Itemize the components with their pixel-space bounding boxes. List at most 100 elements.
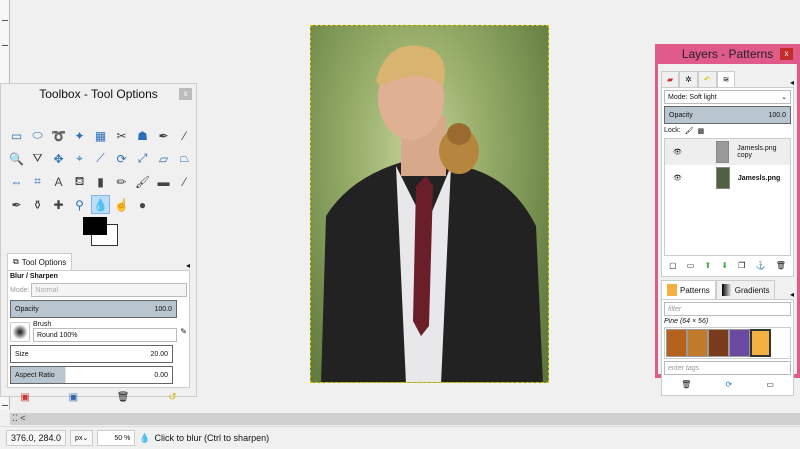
foreground-color[interactable] [83, 217, 107, 235]
tool-rect-select[interactable]: ▭ [7, 126, 26, 145]
aspect-ratio-slider[interactable]: Aspect Ratio 0.00 [10, 366, 173, 384]
lower-layer-icon[interactable]: ⬇ [721, 261, 728, 270]
eraser-icon: ▬ [157, 174, 170, 189]
delete-layer-icon[interactable]: 🗑 [776, 261, 786, 270]
tool-perspective[interactable]: ⏢ [175, 149, 194, 168]
unit-select[interactable]: px ⌄ [70, 430, 94, 446]
delete-pattern-icon[interactable]: 🗑 [681, 380, 691, 389]
zoom-select[interactable]: 50 % [97, 430, 136, 446]
lock-alpha-icon[interactable]: ▩ [698, 127, 705, 135]
opacity-slider[interactable]: Opacity 100.0 [10, 300, 177, 318]
tab-label: Patterns [680, 285, 710, 295]
paintbrush-icon: 🖌 [134, 174, 151, 189]
tool-ink[interactable]: ✒ [7, 195, 26, 214]
pattern-swatch[interactable] [708, 329, 729, 357]
size-slider[interactable]: Size 20.00 [10, 345, 173, 363]
tool-rotate[interactable]: ⟳ [112, 149, 131, 168]
tool-dodge-burn[interactable]: ● [133, 195, 152, 214]
duplicate-layer-icon[interactable]: ❐ [738, 261, 745, 270]
new-layer-icon[interactable]: ▢ [669, 261, 677, 270]
pattern-swatch[interactable] [729, 329, 750, 357]
tool-free-select[interactable]: ➰ [49, 126, 68, 145]
image-canvas[interactable] [310, 25, 549, 383]
tool-measure[interactable]: ⛛ [28, 149, 47, 168]
pattern-swatch[interactable] [666, 329, 687, 357]
save-options-icon[interactable]: ▣ [20, 392, 29, 403]
raise-layer-icon[interactable]: ⬆ [705, 261, 712, 270]
tab-channels[interactable]: ≋ [716, 71, 736, 87]
tab-undo[interactable]: ↶ [697, 71, 717, 87]
tool-text[interactable]: A [49, 172, 68, 191]
tool-airbrush[interactable]: ⁄ [175, 172, 194, 191]
panel-menu-icon[interactable]: ◂ [790, 78, 794, 87]
pattern-filter-input[interactable]: filter [664, 302, 791, 316]
tool-pencil[interactable]: ✏ [112, 172, 131, 191]
anchor-icon[interactable]: ⚓ [756, 261, 766, 270]
tool-scale[interactable]: ⤢ [133, 149, 152, 168]
visibility-eye-icon[interactable]: 👁 [673, 148, 682, 156]
restore-options-icon[interactable]: ▣ [69, 392, 78, 403]
close-button[interactable]: x [179, 88, 192, 100]
tool-crop[interactable]: ⟋ [91, 149, 110, 168]
aspect-label: Aspect Ratio [15, 371, 55, 379]
horizontal-scrollbar[interactable]: ⁚⁚ < [10, 413, 800, 425]
color-swatches[interactable] [1, 214, 196, 250]
tool-bucket-fill[interactable]: ⛾ [70, 172, 89, 191]
pattern-swatch[interactable] [687, 329, 708, 357]
tool-ellipse-select[interactable]: ⬭ [28, 126, 47, 145]
brush-preview[interactable] [10, 321, 30, 342]
panel-menu-icon[interactable]: ◂ [790, 290, 794, 299]
tool-perspective-clone[interactable]: ⚲ [70, 195, 89, 214]
tool-smudge[interactable]: ☝ [112, 195, 131, 214]
tab-gradients[interactable]: Gradients [715, 280, 776, 299]
lock-pixels-icon[interactable]: 🖌 [685, 127, 694, 135]
tool-clone[interactable]: ⚱ [28, 195, 47, 214]
measure-icon: ⛛ [32, 151, 43, 165]
blend-icon: ▮ [97, 174, 104, 189]
lock-label: Lock: [664, 127, 681, 134]
tool-shear[interactable]: ▱ [154, 149, 173, 168]
clone-icon: ⚱ [32, 197, 43, 212]
tool-blend[interactable]: ▮ [91, 172, 110, 191]
delete-icon[interactable]: 🗑 [117, 392, 130, 403]
tab-tool-options[interactable]: ⧉ Tool Options [7, 253, 73, 270]
tool-zoom[interactable]: 🔍 [7, 149, 26, 168]
tool-heal[interactable]: ✚ [49, 195, 68, 214]
tool-fuzzy-select[interactable]: ✦ [70, 126, 89, 145]
brush-field[interactable]: Round 100% [33, 328, 178, 342]
tab-paths[interactable]: ✲ [679, 71, 698, 87]
panel-menu-icon[interactable]: ◂ [186, 261, 190, 270]
tool-foreground-select[interactable]: ☗ [133, 126, 152, 145]
new-group-icon[interactable]: ▭ [687, 261, 695, 270]
pattern-swatch[interactable] [750, 329, 771, 357]
open-folder-icon[interactable]: ▭ [766, 380, 774, 389]
tool-paintbrush[interactable]: 🖌 [133, 172, 152, 191]
tool-paths[interactable]: ✒ [154, 126, 173, 145]
tool-color-picker[interactable]: ⁄ [175, 126, 194, 145]
visibility-eye-icon[interactable]: 👁 [673, 174, 682, 182]
tags-input[interactable]: enter tags [664, 361, 791, 375]
edit-brush-icon[interactable]: ✎ [180, 327, 187, 336]
layer-mode-select[interactable]: Mode: Soft light ⌄ [664, 90, 791, 104]
tool-eraser[interactable]: ▬ [154, 172, 173, 191]
tool-align[interactable]: ⌖ [70, 149, 89, 168]
tool-cage[interactable]: ⌗ [28, 172, 47, 191]
layer-opacity-slider[interactable]: Opacity 100.0 [664, 106, 791, 124]
zoom-icon: 🔍 [9, 151, 24, 166]
tool-scissors[interactable]: ✂ [112, 126, 131, 145]
mode-select[interactable]: Normal [31, 283, 187, 297]
toolbox-titlebar: Toolbox - Tool Options x [1, 84, 196, 104]
tool-flip[interactable]: ⇔ [7, 172, 26, 191]
layer-row[interactable]: 👁 Jamesls.png [665, 165, 790, 191]
tool-move[interactable]: ✥ [49, 149, 68, 168]
opacity-value: 100.0 [768, 111, 786, 119]
toolbox-title: Toolbox - Tool Options [39, 87, 158, 101]
tab-layers[interactable]: ▰ [661, 71, 680, 87]
tab-patterns[interactable]: Patterns [661, 280, 716, 299]
tool-blur-sharpen[interactable]: 💧 [91, 195, 110, 214]
refresh-icon[interactable]: ⟳ [725, 380, 732, 389]
layer-row[interactable]: 👁 Jamesls.png copy [665, 139, 790, 165]
reset-icon[interactable]: ↺ [168, 392, 176, 403]
close-button[interactable]: x [780, 48, 793, 60]
tool-color-select[interactable]: ▦ [91, 126, 110, 145]
